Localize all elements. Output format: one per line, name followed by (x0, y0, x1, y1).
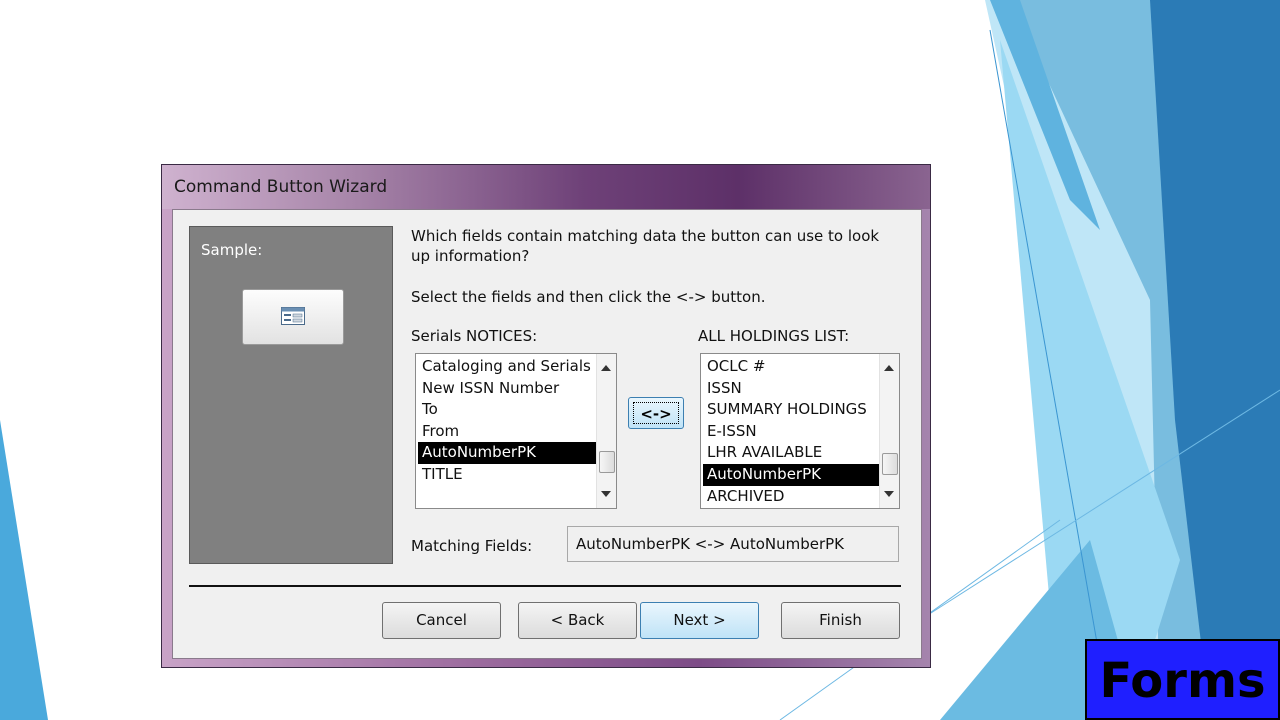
list-item-selected[interactable]: AutoNumberPK (418, 442, 596, 464)
cancel-button[interactable]: Cancel (382, 602, 501, 639)
question-text: Which fields contain matching data the b… (411, 227, 880, 265)
forms-label-box: Forms (1085, 639, 1280, 720)
list-item[interactable]: E-ISSN (703, 421, 879, 443)
list-item[interactable]: To (418, 399, 596, 421)
command-button-wizard-dialog: Command Button Wizard Sample: Which fiel… (161, 164, 931, 668)
list-item[interactable]: OCLC # (703, 356, 879, 378)
all-holdings-listbox[interactable]: OCLC # ISSN SUMMARY HOLDINGS E-ISSN LHR … (700, 353, 900, 509)
scroll-down-arrow-icon[interactable] (601, 491, 611, 497)
instruction-text: Select the fields and then click the <->… (411, 288, 766, 306)
list-item[interactable]: New ISSN Number (418, 378, 596, 400)
dialog-client-area: Sample: Which fields contain matching da… (172, 209, 922, 659)
separator (189, 585, 901, 587)
list-item[interactable]: LHR AVAILABLE (703, 442, 879, 464)
list-item[interactable]: Cataloging and Serials (418, 356, 596, 378)
list-item[interactable]: SUMMARY HOLDINGS (703, 399, 879, 421)
matching-fields-value: AutoNumberPK <-> AutoNumberPK (567, 526, 899, 562)
list-item-selected[interactable]: AutoNumberPK (703, 463, 879, 486)
list-item[interactable]: ISSN (703, 378, 879, 400)
list-item[interactable]: From (418, 421, 596, 443)
sample-label: Sample: (201, 241, 263, 259)
right-list-scrollbar[interactable] (879, 354, 899, 508)
match-fields-button[interactable]: <-> (628, 397, 684, 429)
list-item[interactable]: ARCHIVED (703, 486, 879, 508)
scroll-up-arrow-icon[interactable] (601, 365, 611, 371)
back-button[interactable]: < Back (518, 602, 637, 639)
scrollbar-thumb[interactable] (882, 453, 898, 475)
match-fields-button-label: <-> (633, 402, 679, 424)
sample-panel: Sample: (189, 226, 393, 564)
dialog-title: Command Button Wizard (174, 177, 388, 197)
left-blue-shape (0, 420, 48, 720)
scrollbar-thumb[interactable] (599, 451, 615, 473)
finish-button[interactable]: Finish (781, 602, 900, 639)
sample-button-preview (242, 289, 344, 345)
scroll-up-arrow-icon[interactable] (884, 365, 894, 371)
forms-label: Forms (1099, 653, 1266, 709)
serials-notices-listbox[interactable]: Cataloging and Serials New ISSN Number T… (415, 353, 617, 509)
right-list-label: ALL HOLDINGS LIST: (698, 327, 850, 345)
title-bar[interactable]: Command Button Wizard (162, 165, 930, 209)
matching-fields-label: Matching Fields: (411, 537, 533, 555)
scroll-down-arrow-icon[interactable] (884, 491, 894, 497)
left-list-label: Serials NOTICES: (411, 327, 538, 345)
next-button[interactable]: Next > (640, 602, 759, 639)
left-list-scrollbar[interactable] (596, 354, 616, 508)
list-item[interactable]: TITLE (418, 464, 596, 486)
form-icon (281, 307, 305, 325)
